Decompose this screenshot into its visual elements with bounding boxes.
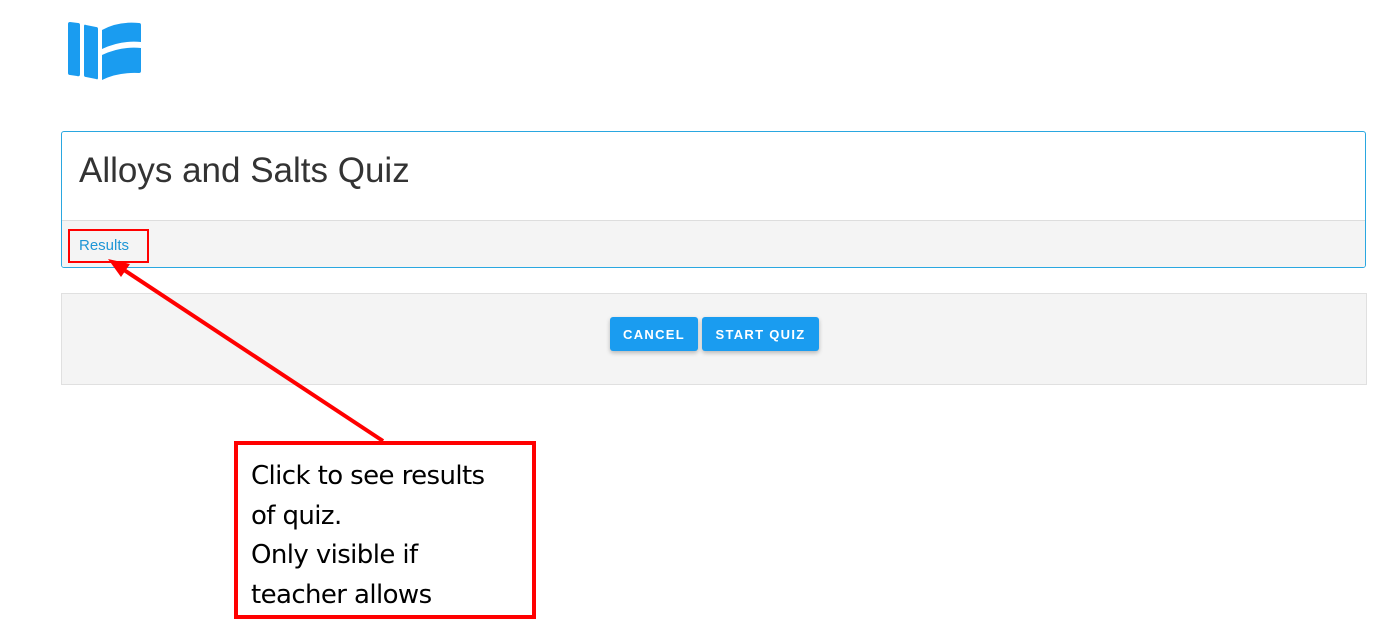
quiz-start-page: Alloys and Salts Quiz Results CANCEL STA…: [0, 0, 1392, 629]
quiz-card-footer: Results: [62, 220, 1365, 267]
quiz-card: Alloys and Salts Quiz Results: [61, 131, 1366, 268]
start-quiz-button[interactable]: START QUIZ: [702, 317, 819, 351]
quiz-title: Alloys and Salts Quiz: [79, 151, 410, 190]
annotation-line-3: Only visible if: [251, 540, 418, 570]
annotation-line-1: Click to see results: [251, 461, 485, 491]
open-book-logo-icon: [68, 22, 141, 80]
annotation-line-4: teacher allows: [251, 579, 432, 610]
results-highlight-box: [68, 229, 149, 263]
annotation-line-2: of quiz.: [251, 500, 342, 531]
cancel-button[interactable]: CANCEL: [610, 317, 698, 351]
annotation-callout: Click to see results of quiz. Only visib…: [234, 441, 536, 619]
quiz-action-panel: CANCEL START QUIZ: [61, 293, 1367, 385]
